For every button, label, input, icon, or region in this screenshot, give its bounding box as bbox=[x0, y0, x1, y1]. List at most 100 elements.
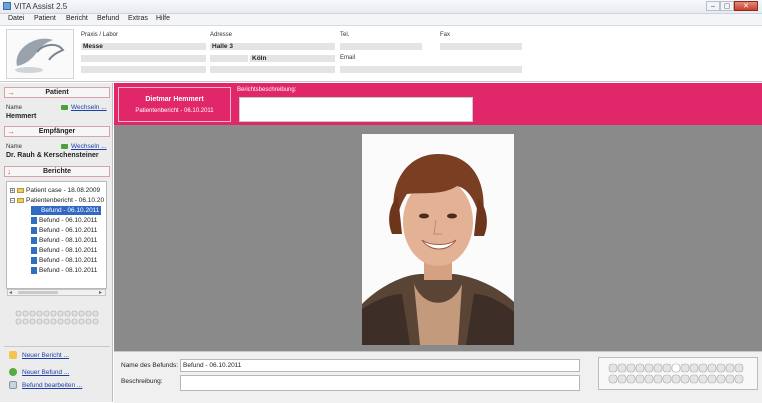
scroll-left-icon[interactable]: ◂ bbox=[9, 289, 12, 296]
arrow-right-icon: → bbox=[7, 127, 15, 136]
tree-item[interactable]: Befund - 08.10.2011 bbox=[31, 256, 97, 265]
recipient-section-title: Empfänger bbox=[38, 128, 76, 135]
finding-document-icon bbox=[31, 216, 37, 224]
menu-bar: Datei Patient Bericht Befund Extras Hilf… bbox=[0, 14, 762, 26]
praxis-field-2 bbox=[81, 55, 206, 62]
menu-datei[interactable]: Datei bbox=[8, 15, 24, 22]
country-field bbox=[210, 66, 335, 73]
new-finding-link[interactable]: Neuer Befund ... bbox=[22, 369, 69, 376]
window-title: VITA Assist 2.5 bbox=[14, 2, 68, 11]
patient-section-header[interactable]: → Patient bbox=[4, 87, 110, 98]
recipient-name-label: Name bbox=[6, 144, 23, 150]
finding-document-icon bbox=[31, 236, 37, 244]
tree-item[interactable]: Befund - 08.10.2011 bbox=[31, 246, 97, 255]
tree-item-label: Befund - 08.10.2011 bbox=[39, 237, 98, 244]
reports-section-header[interactable]: ↓ Berichte bbox=[4, 166, 110, 177]
tree-item-label: Patientenbericht - 06.10.20 bbox=[26, 197, 105, 204]
menu-befund[interactable]: Befund bbox=[97, 15, 119, 22]
tree-item-label: Befund - 06.10.2011 bbox=[39, 217, 98, 224]
teeth-chart-icon bbox=[608, 363, 744, 384]
patient-section-title: Patient bbox=[45, 89, 69, 96]
tree-item[interactable]: Befund - 06.10.2011 bbox=[31, 206, 102, 215]
teeth-chart bbox=[598, 357, 758, 390]
email-field bbox=[340, 66, 522, 73]
close-button[interactable]: ✕ bbox=[734, 1, 758, 11]
recipient-section-header[interactable]: → Empfänger bbox=[4, 126, 110, 137]
tree-item-label: Patient case - 18.08.2009 bbox=[26, 187, 101, 194]
tel-field bbox=[340, 43, 422, 50]
tree-item-label: Befund - 06.10.2011 bbox=[41, 207, 100, 214]
change-recipient-link[interactable]: Wechseln ... bbox=[71, 143, 107, 150]
tree-expander-icon[interactable]: − bbox=[10, 197, 15, 203]
finding-document-icon bbox=[31, 226, 37, 234]
recipient-name: Dr. Rauh & Kerschensteiner bbox=[6, 152, 99, 159]
reports-section-title: Berichte bbox=[42, 168, 71, 175]
patient-photo bbox=[362, 134, 514, 345]
arrow-down-icon: ↓ bbox=[7, 167, 11, 176]
tree-item[interactable]: Befund - 06.10.2011 bbox=[31, 226, 97, 235]
fax-label: Fax bbox=[440, 32, 451, 38]
change-icon bbox=[61, 105, 68, 110]
description-label: Beschreibung: bbox=[121, 378, 163, 385]
description-field[interactable] bbox=[180, 375, 580, 391]
report-subtitle: Patientenbericht - 06.10.2011 bbox=[135, 108, 214, 114]
menu-bericht[interactable]: Bericht bbox=[66, 15, 88, 22]
tree-item-label: Befund - 08.10.2011 bbox=[39, 247, 98, 254]
reports-tree[interactable]: + Patient case - 18.08.2009 − Patientenberi… bbox=[6, 181, 107, 289]
scroll-thumb[interactable] bbox=[18, 291, 58, 294]
practice-logo bbox=[6, 29, 74, 79]
change-patient-link[interactable]: Wechseln ... bbox=[71, 104, 107, 111]
minimize-button[interactable]: – bbox=[706, 1, 720, 11]
tree-item[interactable]: Befund - 08.10.2011 bbox=[31, 236, 97, 245]
tree-item-label: Befund - 06.10.2011 bbox=[39, 227, 98, 234]
patient-name: Hemmert bbox=[6, 113, 37, 120]
finding-document-icon bbox=[31, 246, 37, 254]
tel-label: Tel. bbox=[340, 32, 350, 38]
fax-field bbox=[440, 43, 522, 50]
menu-hilfe[interactable]: Hilfe bbox=[156, 15, 170, 22]
report-description-input[interactable] bbox=[239, 97, 473, 122]
praxis-field-3 bbox=[81, 66, 206, 73]
title-bar: VITA Assist 2.5 – ▢ ✕ bbox=[0, 0, 762, 14]
finding-document-icon bbox=[31, 266, 37, 274]
patient-report-box: Dietmar Hemmert Patientenbericht - 06.10… bbox=[118, 87, 231, 122]
tree-horizontal-scrollbar[interactable]: ◂ ▸ bbox=[7, 289, 106, 296]
divider bbox=[4, 346, 110, 347]
tree-item[interactable]: + Patient case - 18.08.2009 bbox=[10, 186, 100, 195]
email-label: Email bbox=[340, 55, 356, 61]
report-patient-name: Dietmar Hemmert bbox=[145, 96, 204, 103]
menu-patient[interactable]: Patient bbox=[34, 15, 56, 22]
tree-item[interactable]: − Patientenbericht - 06.10.20 bbox=[10, 196, 104, 205]
menu-extras[interactable]: Extras bbox=[128, 15, 148, 22]
arrow-right-icon: → bbox=[7, 88, 15, 97]
adresse-label: Adresse bbox=[210, 32, 233, 38]
tooth-logo-icon bbox=[15, 38, 65, 73]
finding-document-icon bbox=[31, 256, 37, 264]
finding-name-field[interactable]: Befund - 06.10.2011 bbox=[180, 359, 580, 372]
change-icon bbox=[61, 144, 68, 149]
app-icon bbox=[3, 2, 11, 10]
praxis-label: Praxis / Labor bbox=[81, 32, 119, 38]
folder-icon bbox=[17, 197, 24, 203]
teeth-diagram-icon bbox=[15, 310, 99, 325]
tree-item[interactable]: Befund - 08.10.2011 bbox=[31, 266, 97, 275]
edit-finding-link[interactable]: Befund bearbeiten ... bbox=[22, 382, 82, 389]
scroll-right-icon[interactable]: ▸ bbox=[99, 289, 102, 296]
street-field: Halle 3 bbox=[210, 43, 335, 50]
tree-item-label: Befund - 08.10.2011 bbox=[39, 267, 98, 274]
edit-finding-icon bbox=[9, 381, 17, 389]
patient-portrait-image bbox=[362, 134, 514, 345]
tree-expander-icon[interactable]: + bbox=[10, 187, 15, 193]
new-report-link[interactable]: Neuer Bericht ... bbox=[22, 352, 69, 359]
patient-name-label: Name bbox=[6, 105, 23, 111]
finding-name-label: Name des Befunds: bbox=[121, 362, 179, 369]
report-description-label: Berichtsbeschreibung: bbox=[237, 87, 297, 93]
zip-field bbox=[210, 55, 248, 62]
new-finding-icon bbox=[9, 368, 17, 376]
tree-item-label: Befund - 08.10.2011 bbox=[39, 257, 98, 264]
folder-icon bbox=[17, 187, 24, 193]
practice-header: Praxis / Labor Messe Adresse Halle 3 Köl… bbox=[0, 26, 762, 82]
new-report-icon bbox=[9, 351, 17, 359]
maximize-button[interactable]: ▢ bbox=[720, 1, 734, 11]
tree-item[interactable]: Befund - 06.10.2011 bbox=[31, 216, 97, 225]
